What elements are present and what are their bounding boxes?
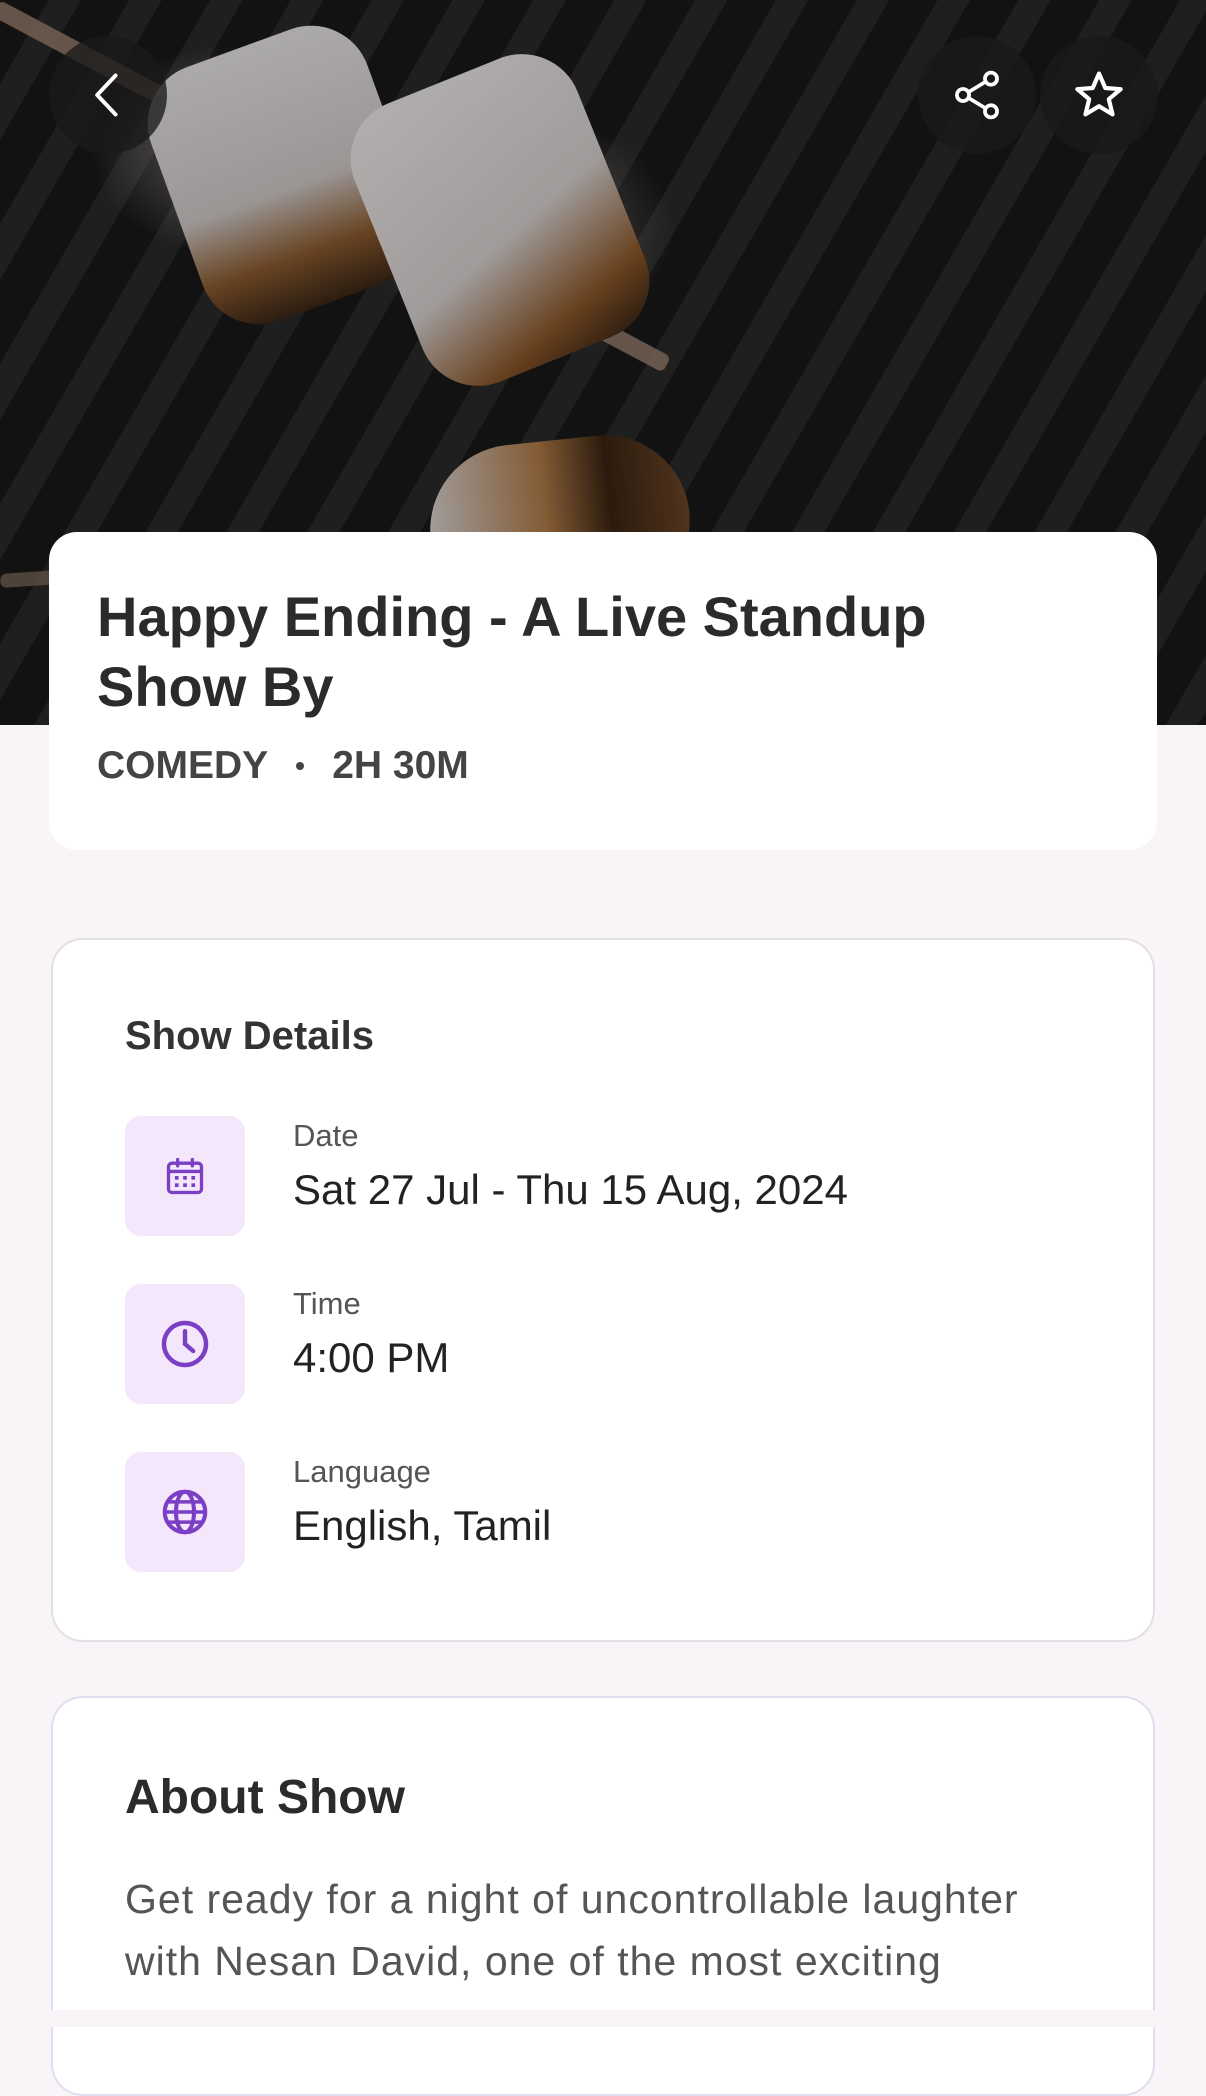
time-label: Time — [293, 1286, 361, 1321]
share-icon — [955, 70, 999, 120]
show-details-heading: Show Details — [125, 1014, 374, 1058]
share-button[interactable] — [918, 36, 1036, 154]
detail-row-language: Language English, Tamil — [125, 1452, 1085, 1572]
show-category: COMEDY — [97, 744, 269, 787]
show-title: Happy Ending - A Live Standup Show By — [97, 585, 927, 718]
star-outline-icon — [1075, 71, 1123, 117]
clock-icon — [125, 1284, 245, 1404]
show-title-card: Happy Ending - A Live Standup Show By CO… — [49, 532, 1157, 850]
date-label: Date — [293, 1118, 359, 1153]
about-show-heading: About Show — [125, 1771, 405, 1824]
show-meta: COMEDY 2H 30M — [97, 744, 1109, 788]
show-duration: 2H 30M — [332, 744, 469, 787]
detail-row-time: Time 4:00 PM — [125, 1284, 1085, 1404]
date-value: Sat 27 Jul - Thu 15 Aug, 2024 — [293, 1166, 848, 1213]
about-show-card: About Show Get ready for a night of unco… — [51, 1696, 1155, 2096]
bottom-edge — [0, 2010, 1206, 2027]
about-show-text: Get ready for a night of uncontrollable … — [125, 1876, 1019, 1984]
chevron-left-icon — [95, 73, 118, 117]
language-value: English, Tamil — [293, 1502, 552, 1549]
separator-dot — [296, 762, 305, 770]
back-button[interactable] — [49, 36, 167, 154]
show-details-card: Show Details Date Sat 27 Jul - Thu 15 Au… — [51, 938, 1155, 1642]
calendar-icon — [125, 1116, 245, 1236]
language-label: Language — [293, 1454, 431, 1489]
favorite-button[interactable] — [1040, 36, 1158, 154]
globe-icon — [125, 1452, 245, 1572]
detail-row-date: Date Sat 27 Jul - Thu 15 Aug, 2024 — [125, 1116, 1085, 1236]
time-value: 4:00 PM — [293, 1334, 450, 1381]
